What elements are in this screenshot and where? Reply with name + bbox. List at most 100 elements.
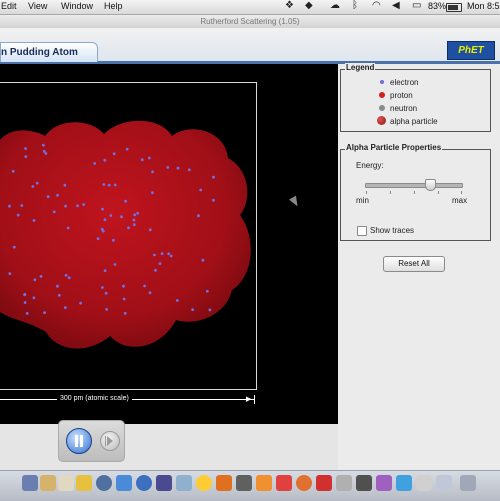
legend-neutron: neutron (390, 104, 418, 113)
energy-slider-thumb[interactable] (425, 179, 437, 191)
electron (67, 276, 71, 280)
electron (39, 275, 43, 278)
electron (16, 213, 20, 217)
document-icon[interactable] (416, 475, 432, 491)
electron (8, 272, 12, 275)
battery-percent: 83% (428, 1, 447, 11)
alpha-properties-title: Alpha Particle Properties (345, 143, 443, 152)
pause-button[interactable] (66, 428, 92, 454)
electron (132, 223, 136, 227)
electron (197, 214, 200, 218)
electron (52, 210, 56, 214)
tab-strip: n Pudding Atom PhET (0, 28, 500, 64)
menu-bar: Edit View Window Help ❖ ◆ ☁ ᛒ ◠ ◀ ▭ 83% … (0, 0, 500, 15)
tab-plum-pudding-atom[interactable]: n Pudding Atom (0, 42, 98, 62)
energy-slider-track[interactable] (365, 183, 463, 188)
electron (96, 237, 100, 241)
app-store-icon[interactable] (116, 475, 132, 491)
electron (66, 226, 70, 230)
chrome-icon[interactable] (196, 475, 212, 491)
electron (109, 214, 113, 217)
show-traces-label[interactable]: Show traces (370, 226, 414, 235)
app-icon[interactable] (236, 475, 252, 491)
menu-view[interactable]: View (28, 1, 47, 11)
menu-window[interactable]: Window (61, 1, 93, 11)
trash-icon[interactable] (460, 475, 476, 491)
legend-proton: proton (390, 91, 413, 100)
app-icon[interactable] (316, 475, 332, 491)
battery-icon[interactable] (446, 3, 462, 12)
electron (43, 311, 46, 314)
legend-electron: electron (390, 78, 419, 87)
cloud-icon[interactable]: ☁ (330, 0, 340, 11)
electron (199, 188, 203, 192)
dropbox-icon[interactable]: ❖ (285, 0, 294, 11)
reset-all-button[interactable]: Reset All (383, 256, 445, 272)
finder-icon[interactable] (22, 475, 38, 491)
app-icon[interactable] (376, 475, 392, 491)
dock (0, 470, 500, 501)
volume-icon[interactable]: ◀ (392, 0, 400, 11)
proton-dot-icon (379, 92, 385, 98)
electron (160, 252, 164, 256)
notes-icon[interactable] (58, 475, 74, 491)
electron (56, 284, 59, 288)
electron (122, 297, 126, 301)
electron (127, 226, 130, 230)
electron (101, 286, 104, 289)
firefox-icon[interactable] (296, 475, 312, 491)
electron (24, 147, 27, 150)
electron (148, 228, 152, 232)
electron (79, 301, 82, 305)
wifi-icon[interactable]: ◠ (372, 0, 381, 11)
electron (100, 227, 104, 231)
menubar-clock[interactable]: Mon 8:5 (467, 1, 500, 11)
electron (20, 204, 24, 207)
app-icon[interactable] (276, 475, 292, 491)
vlc-icon[interactable] (256, 475, 272, 491)
menu-help[interactable]: Help (104, 1, 123, 11)
energy-max-label: max (452, 196, 468, 205)
electron (104, 291, 108, 295)
bluetooth-icon[interactable]: ᛒ (352, 0, 358, 11)
electron (103, 158, 107, 162)
electron (132, 218, 136, 222)
electron (33, 278, 37, 282)
show-traces-checkbox[interactable] (357, 226, 367, 236)
preview-icon[interactable] (176, 475, 192, 491)
electron-dot-icon (380, 80, 384, 84)
electron (42, 143, 45, 147)
electron (187, 168, 191, 172)
scale-bar: ▶ 300 pm (atomic scale) (0, 393, 258, 407)
settings-icon[interactable] (336, 475, 352, 491)
stickies-icon[interactable] (76, 475, 92, 491)
electron (158, 262, 162, 265)
step-button[interactable] (100, 431, 120, 451)
neutron-dot-icon (379, 105, 385, 111)
electron (42, 150, 46, 153)
electron (63, 306, 67, 309)
electron (23, 301, 27, 304)
browser-icon[interactable] (136, 475, 152, 491)
electron (122, 284, 125, 288)
electron (166, 166, 170, 169)
app-icon[interactable] (396, 475, 412, 491)
safari-icon[interactable] (96, 475, 112, 491)
electron (105, 308, 108, 311)
terminal-icon[interactable] (356, 475, 372, 491)
electron (101, 207, 104, 211)
app-icon[interactable] (40, 475, 56, 491)
keynote-icon[interactable] (216, 475, 232, 491)
folder-icon[interactable] (436, 475, 452, 491)
menu-edit[interactable]: Edit (1, 1, 17, 11)
electron (35, 181, 39, 185)
electron (103, 218, 107, 222)
electron (124, 199, 127, 203)
electron (176, 166, 180, 170)
electron (208, 308, 212, 312)
slider-tick (366, 191, 367, 194)
itunes-icon[interactable] (156, 475, 172, 491)
evernote-icon[interactable]: ◆ (305, 0, 313, 11)
slider-tick (438, 191, 439, 194)
display-icon[interactable]: ▭ (412, 0, 421, 11)
